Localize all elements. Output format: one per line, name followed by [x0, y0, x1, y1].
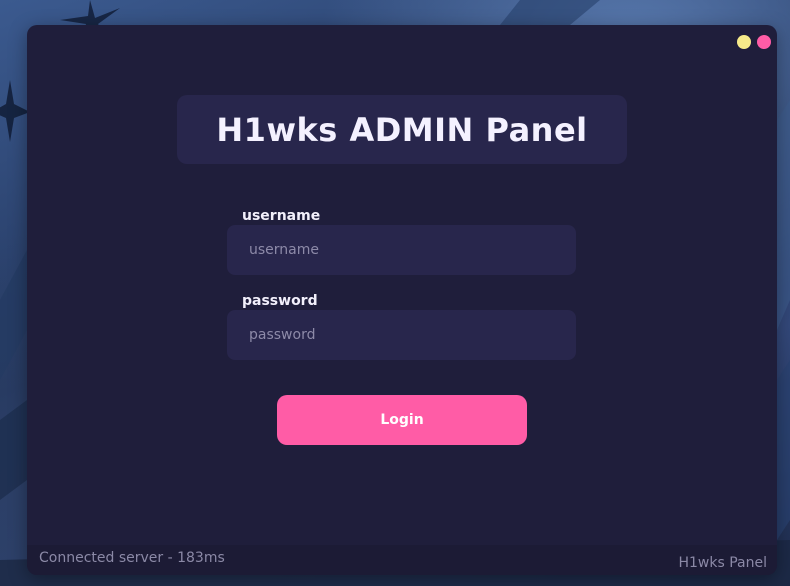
- app-name-label: H1wks Panel: [678, 555, 767, 571]
- desktop-background: H1wks ADMIN Panel username password Logi…: [0, 0, 790, 586]
- username-label: username: [242, 208, 321, 224]
- login-button[interactable]: Login: [277, 395, 527, 445]
- username-input[interactable]: [227, 225, 576, 275]
- connection-status: Connected server - 183ms: [39, 550, 225, 566]
- password-input[interactable]: [227, 310, 576, 360]
- password-label: password: [242, 293, 318, 309]
- window-controls: [737, 35, 771, 49]
- status-bar: Connected server - 183ms H1wks Panel: [27, 545, 777, 575]
- page-title: H1wks ADMIN Panel: [216, 110, 588, 149]
- close-button[interactable]: [757, 35, 771, 49]
- title-banner: H1wks ADMIN Panel: [177, 95, 627, 164]
- admin-login-window: H1wks ADMIN Panel username password Logi…: [27, 25, 777, 575]
- minimize-button[interactable]: [737, 35, 751, 49]
